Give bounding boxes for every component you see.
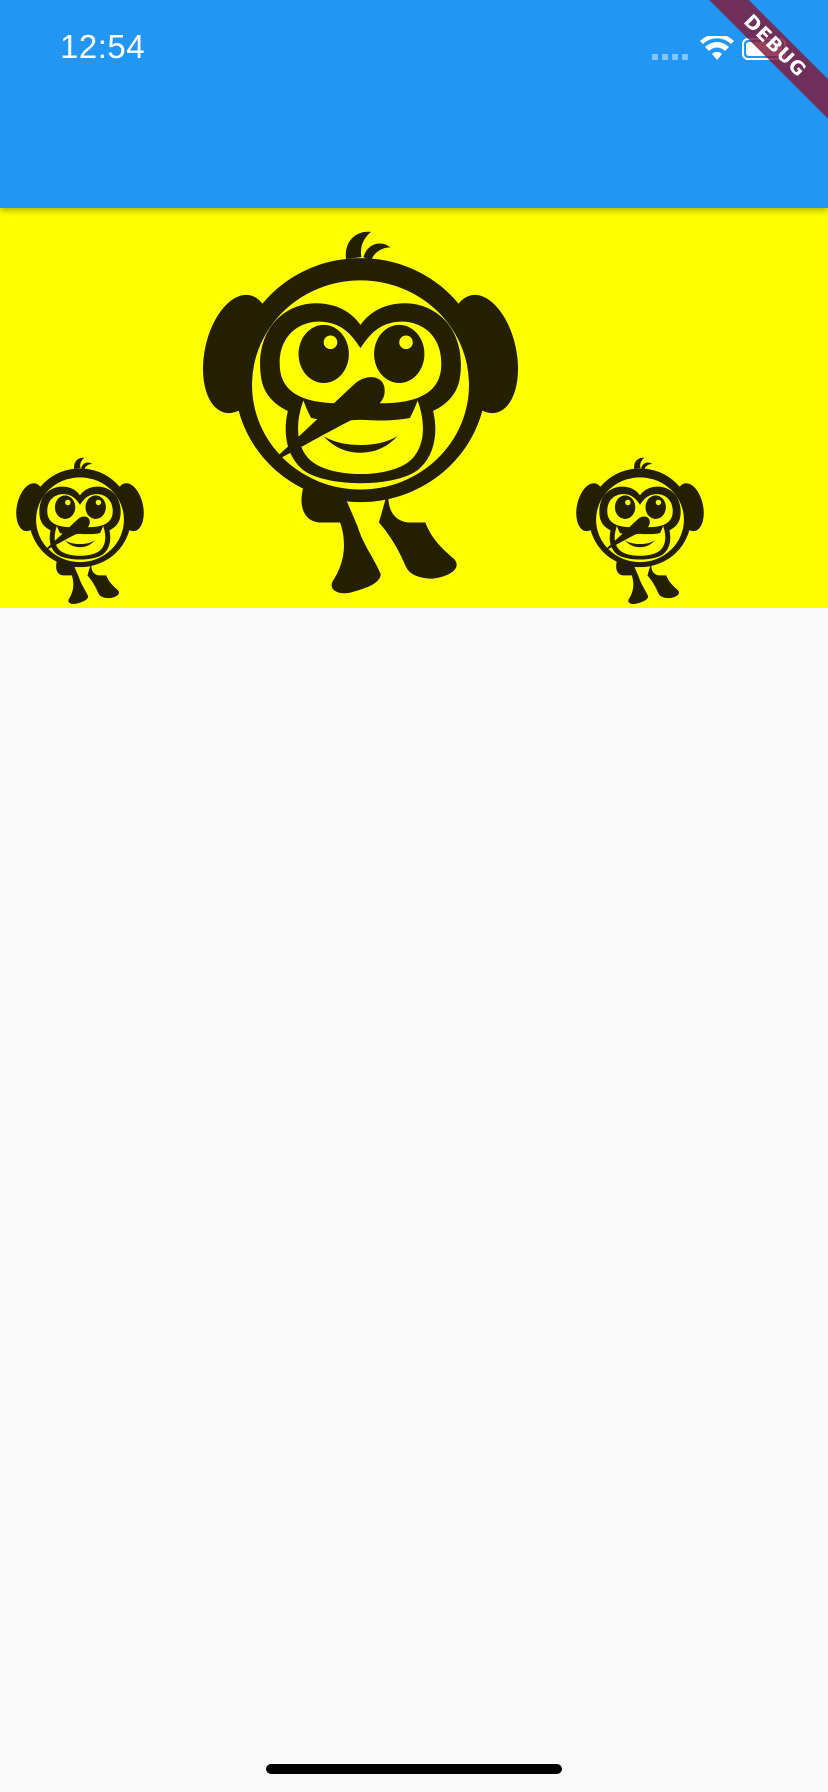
home-indicator[interactable] xyxy=(266,1764,562,1774)
signal-icon xyxy=(652,54,688,60)
wifi-icon xyxy=(700,36,734,60)
bird-mascot-icon xyxy=(12,457,148,605)
app-bar: 12:54 xyxy=(0,0,828,208)
bird-banner xyxy=(0,208,828,608)
status-time: 12:54 xyxy=(60,28,146,65)
bird-mascot-icon xyxy=(192,231,529,594)
battery-icon xyxy=(742,38,786,60)
bird-mascot-icon xyxy=(572,457,708,605)
